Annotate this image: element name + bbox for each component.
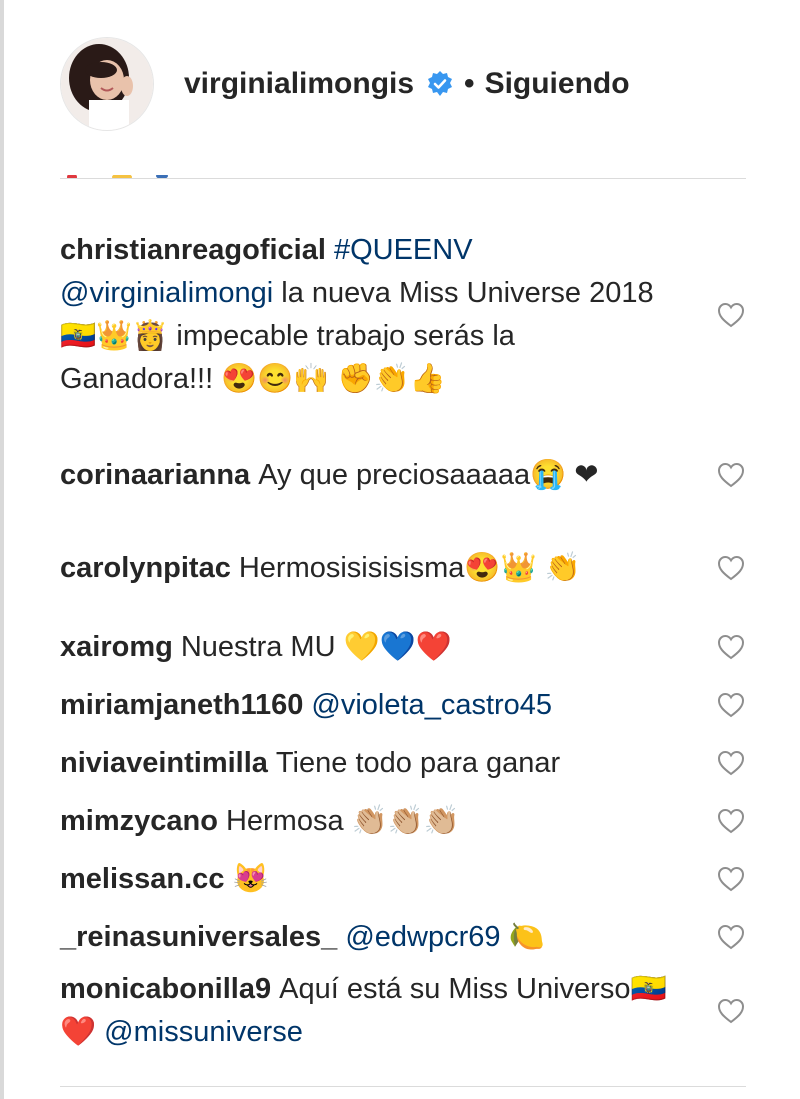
- comment-username[interactable]: xairomg: [60, 631, 173, 663]
- comment-username[interactable]: mimzycano: [60, 805, 218, 837]
- comment-item: niviaveintimilla Tiene todo para ganar: [60, 734, 746, 792]
- instagram-post-comments-panel: virginialimongis • Siguiendo christianre…: [0, 0, 800, 1099]
- heart-outline-icon: [717, 750, 745, 776]
- comment-item: corinaarianna Ay que preciosaaaaa😭 ❤: [60, 432, 746, 518]
- comments-footer-divider: [60, 1086, 746, 1087]
- comment-item: carolynpitac Hermosisisisisma😍👑 👏: [60, 518, 746, 618]
- following-button[interactable]: Siguiendo: [485, 67, 630, 101]
- comment-body: _reinasuniversales_ @edwpcr69 🍋: [60, 916, 670, 959]
- comment-body: monicabonilla9 Aquí está su Miss Universo…: [60, 968, 670, 1054]
- comment-text-segment: Tiene todo para ganar: [275, 746, 561, 779]
- comment-item: christianreagoficial #QUEENV @virginialim…: [60, 198, 746, 432]
- panel-left-border: [0, 0, 4, 1099]
- comment-text-segment: Ay que preciosaaaaa😭 ❤: [258, 458, 599, 491]
- comment-mention-link[interactable]: @violeta_castro45: [311, 689, 552, 721]
- comment-text-segment: 🍋: [500, 920, 545, 953]
- avatar[interactable]: [60, 37, 154, 131]
- heart-outline-icon: [717, 692, 745, 718]
- comment-mention-link[interactable]: @missuniverse: [104, 1016, 303, 1048]
- heart-outline-icon: [717, 634, 745, 660]
- header-divider: [60, 178, 746, 179]
- like-comment-button[interactable]: [716, 553, 746, 583]
- comment-username[interactable]: miriamjaneth1160: [60, 689, 303, 721]
- like-comment-button[interactable]: [716, 996, 746, 1026]
- heart-outline-icon: [717, 555, 745, 581]
- comment-body: corinaarianna Ay que preciosaaaaa😭 ❤: [60, 454, 670, 497]
- comment-item: monicabonilla9 Aquí está su Miss Universo…: [60, 966, 746, 1056]
- post-header: virginialimongis • Siguiendo: [60, 37, 630, 131]
- heart-outline-icon: [717, 866, 745, 892]
- like-comment-button[interactable]: [716, 460, 746, 490]
- comment-text-segment: 😻: [232, 862, 269, 895]
- like-comment-button[interactable]: [716, 922, 746, 952]
- comment-username[interactable]: niviaveintimilla: [60, 747, 268, 779]
- comment-list: christianreagoficial #QUEENV @virginialim…: [60, 198, 746, 1056]
- like-comment-button[interactable]: [716, 748, 746, 778]
- comment-mention-link[interactable]: @edwpcr69: [345, 921, 500, 953]
- comment-username[interactable]: _reinasuniversales_: [60, 921, 337, 953]
- comment-body: mimzycano Hermosa 👏🏼👏🏼👏🏼: [60, 800, 670, 843]
- heart-outline-icon: [717, 808, 745, 834]
- comment-item: _reinasuniversales_ @edwpcr69 🍋: [60, 908, 746, 966]
- comment-mention-link[interactable]: @virginialimongi: [60, 277, 273, 309]
- comment-item: melissan.cc 😻: [60, 850, 746, 908]
- header-separator: •: [464, 67, 475, 100]
- comment-item: xairomg Nuestra MU 💛💙❤️: [60, 618, 746, 676]
- like-comment-button[interactable]: [716, 632, 746, 662]
- comment-body: carolynpitac Hermosisisisisma😍👑 👏: [60, 547, 670, 590]
- comment-text-segment: Hermosisisisisma😍👑 👏: [238, 551, 581, 584]
- comment-body: melissan.cc 😻: [60, 858, 670, 901]
- verified-badge-icon: [426, 70, 454, 98]
- avatar-photo-icon: [61, 38, 153, 130]
- heart-outline-icon: [717, 302, 745, 328]
- comment-text-segment: Hermosa 👏🏼👏🏼👏🏼: [225, 804, 460, 837]
- heart-outline-icon: [717, 924, 745, 950]
- comment-username[interactable]: christianreagoficial: [60, 234, 326, 266]
- comment-text-segment: Nuestra MU 💛💙❤️: [180, 630, 452, 663]
- comment-hashtag-link[interactable]: #QUEENV: [334, 234, 473, 266]
- comment-body: christianreagoficial #QUEENV @virginialim…: [60, 229, 670, 401]
- like-comment-button[interactable]: [716, 690, 746, 720]
- comment-username[interactable]: monicabonilla9: [60, 973, 271, 1005]
- heart-outline-icon: [717, 998, 745, 1024]
- comment-item: miriamjaneth1160 @violeta_castro45: [60, 676, 746, 734]
- comment-body: miriamjaneth1160 @violeta_castro45: [60, 684, 670, 727]
- heart-outline-icon: [717, 462, 745, 488]
- comment-username[interactable]: carolynpitac: [60, 552, 231, 584]
- comment-username[interactable]: melissan.cc: [60, 863, 224, 895]
- comment-body: xairomg Nuestra MU 💛💙❤️: [60, 626, 670, 669]
- like-comment-button[interactable]: [716, 300, 746, 330]
- like-comment-button[interactable]: [716, 806, 746, 836]
- comment-body: niviaveintimilla Tiene todo para ganar: [60, 742, 670, 785]
- like-comment-button[interactable]: [716, 864, 746, 894]
- scrolled-comment-peek: [60, 170, 260, 178]
- comment-username[interactable]: corinaarianna: [60, 459, 250, 491]
- comment-item: mimzycano Hermosa 👏🏼👏🏼👏🏼: [60, 792, 746, 850]
- post-author-username[interactable]: virginialimongis: [184, 67, 414, 101]
